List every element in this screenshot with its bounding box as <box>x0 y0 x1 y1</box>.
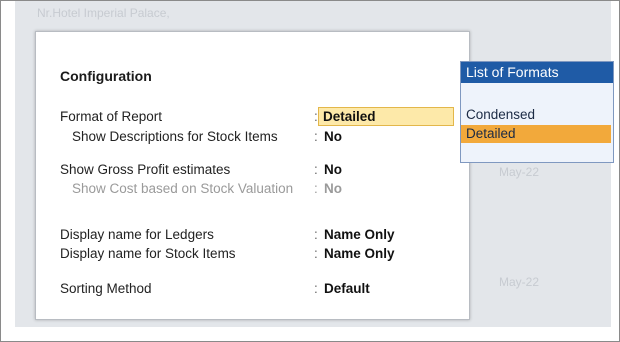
config-label: Show Gross Profit estimates <box>60 162 231 177</box>
config-row-format-of-report[interactable]: Format of Report : Detailed <box>60 107 460 127</box>
sorting-method-field[interactable]: Default <box>320 280 374 297</box>
background-date: May-22 <box>499 275 540 289</box>
config-row-display-name-stock-items[interactable]: Display name for Stock Items : Name Only <box>60 246 460 264</box>
config-label: Display name for Stock Items <box>60 246 236 261</box>
background-date: May-22 <box>499 165 540 179</box>
background-company-address: Nr.Hotel Imperial Palace, <box>37 6 170 20</box>
separator: : <box>314 246 318 261</box>
display-name-stock-items-field[interactable]: Name Only <box>320 245 399 262</box>
app-screen: Nr.Hotel Imperial Palace, May-22 May-22 … <box>0 0 620 342</box>
list-of-formats-popup: List of Formats Condensed Detailed <box>460 61 614 163</box>
separator: : <box>314 181 318 196</box>
config-label: Sorting Method <box>60 281 152 296</box>
config-row-show-cost-stock-valuation: Show Cost based on Stock Valuation : No <box>60 181 460 199</box>
dialog-title: Configuration <box>60 68 152 84</box>
config-row-display-name-ledgers[interactable]: Display name for Ledgers : Name Only <box>60 227 460 245</box>
config-row-sorting-method[interactable]: Sorting Method : Default <box>60 281 460 299</box>
config-label: Show Cost based on Stock Valuation <box>72 181 294 196</box>
config-label: Display name for Ledgers <box>60 227 214 242</box>
config-row-show-descriptions[interactable]: Show Descriptions for Stock Items : No <box>60 129 460 147</box>
separator: : <box>314 162 318 177</box>
format-option-detailed[interactable]: Detailed <box>461 125 611 143</box>
separator: : <box>314 129 318 144</box>
show-descriptions-field[interactable]: No <box>320 128 346 145</box>
list-of-formats-title: List of Formats <box>461 62 613 83</box>
configuration-dialog: Configuration Format of Report : Detaile… <box>35 31 470 320</box>
show-cost-field: No <box>324 181 342 196</box>
separator: : <box>314 281 318 296</box>
separator: : <box>314 227 318 242</box>
show-gross-profit-field[interactable]: No <box>320 161 346 178</box>
format-option-condensed[interactable]: Condensed <box>461 106 611 124</box>
config-label: Show Descriptions for Stock Items <box>72 129 278 144</box>
display-name-ledgers-field[interactable]: Name Only <box>320 226 399 243</box>
config-row-show-gross-profit[interactable]: Show Gross Profit estimates : No <box>60 162 460 180</box>
config-label: Format of Report <box>60 109 163 124</box>
format-of-report-field[interactable]: Detailed <box>318 107 454 126</box>
